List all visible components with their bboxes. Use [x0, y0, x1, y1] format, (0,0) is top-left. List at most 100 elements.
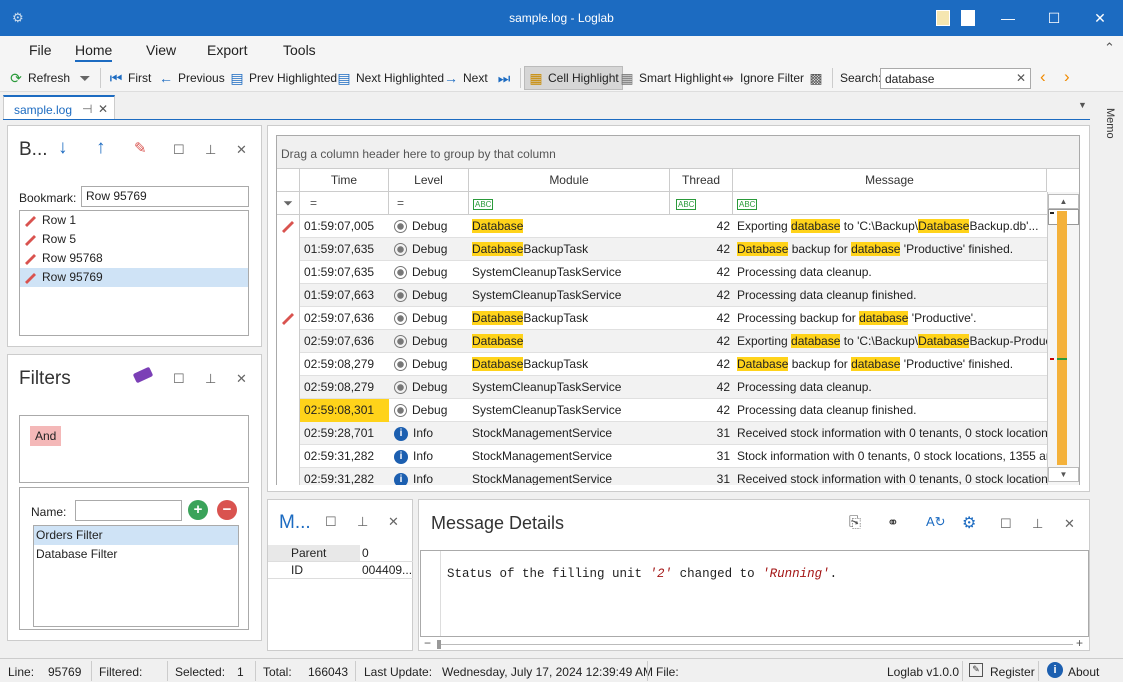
cell-time[interactable]: 02:59:08,279	[300, 353, 389, 376]
cell-module[interactable]: DatabaseBackupTask	[469, 307, 670, 330]
clear-search-icon[interactable]: ✕	[1016, 71, 1026, 85]
previous-button[interactable]: ← Previous	[158, 69, 225, 87]
property-row[interactable]: ID 004409...	[268, 562, 413, 579]
cell-thread[interactable]: 42	[670, 284, 733, 307]
cell-thread[interactable]: 31	[670, 445, 733, 468]
cell-module[interactable]: StockManagementService	[469, 422, 670, 445]
table-row[interactable]: 01:59:07,635 Debug SystemCleanupTaskServic…	[277, 261, 1047, 284]
cell-level[interactable]: Debug	[389, 215, 469, 238]
pin-panel-icon[interactable]: ⊥	[205, 142, 216, 158]
cell-thread[interactable]: 42	[670, 307, 733, 330]
close-panel-icon[interactable]: ✕	[1064, 516, 1075, 532]
row-indicator[interactable]	[277, 307, 300, 330]
cell-level[interactable]: i Info	[389, 468, 469, 485]
column-header-level[interactable]: Level	[389, 169, 469, 192]
close-button[interactable]: ✕	[1077, 0, 1123, 36]
maximize-panel-icon[interactable]: ☐	[173, 142, 185, 158]
cell-level[interactable]: Debug	[389, 399, 469, 422]
binoculars-icon[interactable]: ⚭	[887, 514, 899, 531]
menu-export[interactable]: Export	[207, 42, 247, 58]
table-row[interactable]: 02:59:07,636 Debug DatabaseBackupTask 42 Pro…	[277, 307, 1047, 330]
maximize-panel-icon[interactable]: ☐	[1000, 516, 1012, 532]
cell-message[interactable]: Processing data cleanup.	[733, 261, 1047, 284]
filter-cell-level[interactable]: =	[389, 192, 469, 215]
grid-options-button[interactable]: ▩	[808, 69, 828, 87]
menu-home[interactable]: Home	[75, 42, 113, 62]
remove-filter-icon[interactable]: −	[217, 500, 237, 520]
cell-module[interactable]: StockManagementService	[469, 445, 670, 468]
smart-highlight-button[interactable]: ▦ Smart Highlight	[619, 69, 721, 87]
scroll-down-icon[interactable]: ▼	[1048, 467, 1079, 482]
column-header-thread[interactable]: Thread	[670, 169, 733, 192]
search-prev-icon[interactable]: ‹	[1040, 67, 1046, 87]
row-indicator[interactable]	[277, 422, 300, 445]
filter-name-field[interactable]	[75, 500, 182, 521]
maximize-button[interactable]: ☐	[1031, 0, 1077, 36]
cell-module[interactable]: DatabaseBackupTask	[469, 238, 670, 261]
remove-bookmark-icon[interactable]: ✎	[134, 139, 147, 157]
list-item[interactable]: Database Filter	[34, 545, 238, 564]
cell-message[interactable]: Database backup for database 'Productive…	[733, 353, 1047, 376]
pin-icon[interactable]: ⊣	[82, 102, 92, 116]
cell-time[interactable]: 02:59:08,301	[300, 399, 389, 422]
row-indicator[interactable]	[277, 238, 300, 261]
cell-module[interactable]: SystemCleanupTaskService	[469, 399, 670, 422]
cell-module[interactable]: DatabaseBackupTask	[469, 353, 670, 376]
row-indicator[interactable]	[277, 468, 300, 485]
list-item[interactable]: Row 95768	[20, 249, 248, 268]
ignore-filter-button[interactable]: ⇹ Ignore Filter	[720, 69, 804, 87]
clipboard-icon[interactable]	[936, 10, 950, 26]
cell-message[interactable]: Database backup for database 'Productive…	[733, 238, 1047, 261]
next-highlighted-button[interactable]: ▤ Next Highlighted	[336, 69, 444, 87]
column-header-message[interactable]: Message	[733, 169, 1047, 192]
menu-tools[interactable]: Tools	[283, 42, 316, 58]
cell-time[interactable]: 01:59:07,635	[300, 238, 389, 261]
first-button[interactable]: ⏮ First	[108, 69, 152, 87]
cell-level[interactable]: i Info	[389, 445, 469, 468]
table-row[interactable]: 01:59:07,635 Debug DatabaseBackupTask 42 Dat…	[277, 238, 1047, 261]
cell-message[interactable]: Exporting database to 'C:\Backup\Databas…	[733, 330, 1047, 353]
table-row[interactable]: 02:59:08,279 Debug DatabaseBackupTask 42 Dat…	[277, 353, 1047, 376]
monitor-icon[interactable]	[961, 10, 975, 26]
cell-thread[interactable]: 31	[670, 422, 733, 445]
close-panel-icon[interactable]: ✕	[236, 371, 247, 387]
arrow-down-icon[interactable]: ↓	[58, 137, 68, 159]
cell-module[interactable]: Database	[469, 330, 670, 353]
arrow-up-icon[interactable]: ↑	[96, 137, 106, 159]
row-indicator[interactable]	[277, 399, 300, 422]
cell-time[interactable]: 01:59:07,005	[300, 215, 389, 238]
row-indicator[interactable]	[277, 376, 300, 399]
scroll-up-icon[interactable]: ▲	[1048, 194, 1079, 209]
list-item[interactable]: Row 1	[20, 211, 248, 230]
cell-time[interactable]: 01:59:07,663	[300, 284, 389, 307]
pin-panel-icon[interactable]: ⊥	[357, 514, 368, 530]
list-item[interactable]: Orders Filter	[34, 526, 238, 545]
column-header-time[interactable]: Time	[300, 169, 389, 192]
group-panel[interactable]: Drag a column header here to group by th…	[277, 136, 1079, 169]
cell-level[interactable]: Debug	[389, 307, 469, 330]
cell-time[interactable]: 02:59:31,282	[300, 445, 389, 468]
cell-level[interactable]: Debug	[389, 238, 469, 261]
tab-dropdown-icon[interactable]: ▼	[1078, 100, 1087, 110]
table-row[interactable]: 01:59:07,663 Debug SystemCleanupTaskServic…	[277, 284, 1047, 307]
cell-highlight-button[interactable]: ▦ Cell Highlight	[524, 66, 623, 90]
add-filter-icon[interactable]: +	[188, 500, 208, 520]
cell-module[interactable]: StockManagementService	[469, 468, 670, 485]
cell-module[interactable]: SystemCleanupTaskService	[469, 376, 670, 399]
bookmark-list[interactable]: Row 1 Row 5 Row 95768 Row 95769	[19, 210, 249, 336]
word-wrap-icon[interactable]: A↻	[926, 514, 946, 530]
cell-level[interactable]: Debug	[389, 330, 469, 353]
cell-message[interactable]: Processing data cleanup finished.	[733, 399, 1047, 422]
horizontal-scrollbar[interactable]: − +	[420, 636, 1089, 650]
cell-message[interactable]: Processing data cleanup finished.	[733, 284, 1047, 307]
pin-panel-icon[interactable]: ⊥	[1032, 516, 1043, 532]
property-row[interactable]: Parent 0	[268, 545, 413, 562]
cell-module[interactable]: SystemCleanupTaskService	[469, 261, 670, 284]
cell-message[interactable]: Processing backup for database 'Producti…	[733, 307, 1047, 330]
bookmark-field[interactable]: Row 95769	[81, 186, 249, 207]
maximize-panel-icon[interactable]: ☐	[173, 371, 185, 387]
cell-time[interactable]: 02:59:31,282	[300, 468, 389, 485]
cell-module[interactable]: SystemCleanupTaskService	[469, 284, 670, 307]
column-header-module[interactable]: Module	[469, 169, 670, 192]
close-panel-icon[interactable]: ✕	[388, 514, 399, 530]
